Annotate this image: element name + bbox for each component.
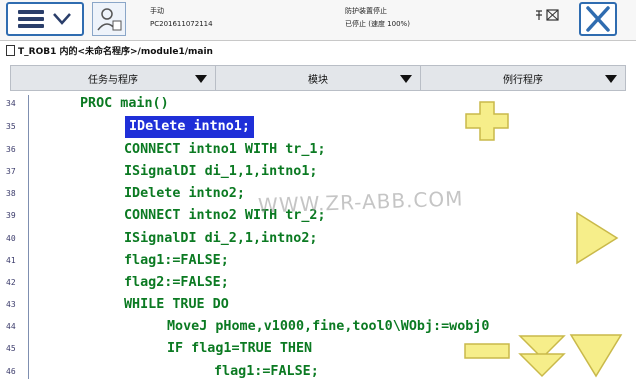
window-icons: [536, 9, 559, 21]
tab-routines[interactable]: 例行程序: [421, 66, 625, 90]
line-number: 45: [6, 344, 16, 353]
close-icon: [586, 6, 610, 32]
dropdown-triangle-icon: [400, 75, 412, 83]
line-number: 36: [6, 145, 16, 154]
code-text: PROC main(): [80, 96, 169, 111]
code-text: ISignalDI di_2,1,intno2;: [124, 231, 318, 246]
code-line[interactable]: 43 WHILE TRUE DO: [0, 294, 636, 316]
triangle-down-icon: [518, 353, 566, 378]
triangle-down-icon: [569, 334, 623, 378]
line-number: 39: [6, 211, 16, 220]
safety-state-text: 防护装置停止: [345, 7, 387, 15]
main-menu-button[interactable]: [6, 2, 84, 36]
code-line[interactable]: 40 ISignalDI di_2,1,intno2;: [0, 228, 636, 250]
scroll-right-button[interactable]: [574, 210, 620, 266]
document-icon: [6, 45, 15, 56]
tab-modules[interactable]: 模块: [216, 66, 421, 90]
code-text: CONNECT intno1 WITH tr_1;: [124, 142, 326, 157]
close-button[interactable]: [579, 2, 617, 36]
tab-label: 模块: [308, 74, 328, 86]
triangle-right-icon: [576, 211, 619, 265]
person-icon: [97, 8, 122, 31]
line-number: 37: [6, 167, 16, 176]
code-text: IF flag1=TRUE THEN: [167, 341, 313, 356]
line-number: 41: [6, 256, 16, 265]
code-line[interactable]: 37 ISignalDI di_1,1,intno1;: [0, 161, 636, 183]
tab-label: 例行程序: [503, 74, 543, 86]
line-number: 38: [6, 189, 16, 198]
code-line-selected[interactable]: 35 IDelete intno1;: [0, 116, 636, 138]
status-mode[interactable]: 手动 PC201611072114: [150, 5, 213, 31]
breadcrumb-text: T_ROB1 内的<未命名程序>/module1/main: [18, 47, 213, 57]
tab-tasks-programs[interactable]: 任务与程序: [11, 66, 216, 90]
line-number: 34: [6, 99, 16, 108]
top-bar: 手动 PC201611072114 防护装置停止 已停止 (速度 100%): [0, 0, 636, 41]
hamburger-menu-icon: [18, 10, 44, 28]
chevron-down-icon: [53, 13, 71, 25]
line-number: 35: [6, 122, 16, 131]
code-text: IDelete intno2;: [124, 186, 245, 201]
code-text: flag1:=FALSE;: [214, 364, 319, 379]
line-number: 42: [6, 278, 16, 287]
plus-icon: [465, 101, 509, 141]
line-number: 46: [6, 367, 16, 376]
controller-name-text: PC201611072114: [150, 20, 213, 28]
code-text: MoveJ pHome,v1000,fine,tool0\WObj:=wobj0: [167, 319, 490, 334]
run-state-text: 已停止 (速度 100%): [345, 20, 410, 28]
code-line[interactable]: 42 flag2:=FALSE;: [0, 272, 636, 294]
dropdown-triangle-icon: [195, 75, 207, 83]
selected-code-text: IDelete intno1;: [125, 116, 254, 138]
dropdown-triangle-icon: [605, 75, 617, 83]
operating-mode-text: 手动: [150, 7, 164, 15]
operator-status-icon[interactable]: [92, 2, 126, 36]
line-number: 43: [6, 300, 16, 309]
line-number: 40: [6, 234, 16, 243]
code-text: ISignalDI di_1,1,intno1;: [124, 164, 318, 179]
code-text: flag1:=FALSE;: [124, 253, 229, 268]
status-state[interactable]: 防护装置停止 已停止 (速度 100%): [345, 5, 410, 31]
code-line[interactable]: 34 PROC main(): [0, 95, 636, 115]
zoom-out-button[interactable]: [463, 342, 511, 360]
quickset-icons[interactable]: [534, 8, 564, 25]
code-line[interactable]: 41 flag1:=FALSE;: [0, 250, 636, 272]
code-text: flag2:=FALSE;: [124, 275, 229, 290]
breadcrumb: T_ROB1 内的<未命名程序>/module1/main: [0, 41, 636, 63]
tab-label: 任务与程序: [88, 74, 138, 86]
tab-bar: 任务与程序 模块 例行程序: [10, 65, 626, 91]
code-line[interactable]: 36 CONNECT intno1 WITH tr_1;: [0, 139, 636, 161]
zoom-in-button[interactable]: [464, 100, 510, 142]
line-number: 44: [6, 322, 16, 331]
code-text: WHILE TRUE DO: [124, 297, 229, 312]
scroll-down-page-button[interactable]: [516, 334, 568, 378]
scroll-down-button[interactable]: [568, 332, 624, 378]
minus-icon: [464, 343, 510, 359]
